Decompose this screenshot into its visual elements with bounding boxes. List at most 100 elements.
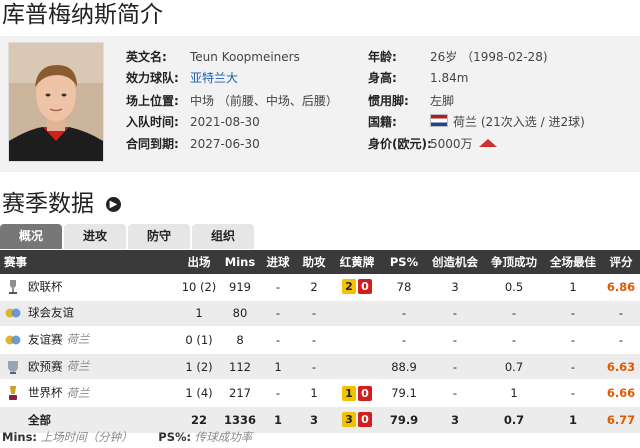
profile-nationality: 国籍: 荷兰 (21次入选 / 进2球) bbox=[368, 114, 585, 129]
cell-chances: 3 bbox=[426, 274, 484, 301]
cell-competition: 世界杯 荷兰 bbox=[0, 379, 178, 407]
cell-cards bbox=[332, 353, 382, 381]
tab-organization[interactable]: 组织 bbox=[192, 224, 254, 249]
competition-name[interactable]: 友谊赛 bbox=[28, 332, 63, 346]
cell-motm: - bbox=[544, 353, 602, 381]
cell-mins: 217 bbox=[220, 379, 260, 407]
cell-rating: 6.77 bbox=[602, 406, 640, 434]
header-rating: 评分 bbox=[602, 250, 640, 274]
cell-mins: 8 bbox=[220, 326, 260, 354]
cell-motm: - bbox=[544, 326, 602, 354]
header-pass-pct: PS% bbox=[382, 250, 426, 274]
cell-assists: - bbox=[296, 353, 332, 381]
cell-competition: 欧预赛 荷兰 bbox=[0, 353, 178, 381]
competition-name[interactable]: 世界杯 bbox=[28, 386, 63, 400]
red-card-count: 0 bbox=[358, 385, 372, 401]
yellow-card-count: 2 bbox=[342, 279, 356, 295]
arrow-right-icon[interactable]: ▶ bbox=[106, 197, 121, 212]
world-cup-icon bbox=[4, 384, 22, 402]
header-aerials: 争顶成功 bbox=[484, 250, 544, 274]
cell-assists: 2 bbox=[296, 274, 332, 301]
cell-apps: 1 (4) bbox=[178, 379, 220, 407]
cell-mins: 80 bbox=[220, 300, 260, 328]
cell-motm: - bbox=[544, 379, 602, 407]
cell-cards: 20 bbox=[332, 274, 382, 301]
cell-assists: - bbox=[296, 300, 332, 328]
cell-aerials: 0.7 bbox=[484, 406, 544, 434]
profile-contract-end: 合同到期: 2027-06-30 bbox=[126, 137, 260, 151]
cell-pass-pct: 79.9 bbox=[382, 406, 426, 434]
tab-overview[interactable]: 概况 bbox=[0, 224, 62, 249]
cell-chances: - bbox=[426, 326, 484, 354]
table-row: 世界杯 荷兰 1 (4) 217-1 1 0 79.1-1-6.66 bbox=[0, 379, 640, 407]
tab-attack[interactable]: 进攻 bbox=[64, 224, 126, 249]
footnote: Mins: 上场时间（分钟） PS%: 传球成功率 bbox=[2, 430, 253, 444]
header-mins: Mins bbox=[220, 250, 260, 274]
cell-aerials: 0.5 bbox=[484, 274, 544, 301]
header-goals: 进球 bbox=[260, 250, 296, 274]
red-card-count: 0 bbox=[358, 279, 372, 295]
competition-name[interactable]: 欧联杯 bbox=[28, 279, 63, 293]
cell-motm: - bbox=[544, 300, 602, 328]
cell-rating: 6.66 bbox=[602, 379, 640, 407]
cell-rating: - bbox=[602, 300, 640, 328]
cell-aerials: 1 bbox=[484, 379, 544, 407]
cell-goals: - bbox=[260, 379, 296, 407]
profile-join-date: 入队时间: 2021-08-30 bbox=[126, 115, 260, 129]
cell-pass-pct: 78 bbox=[382, 274, 426, 301]
profile-preferred-foot: 惯用脚: 左脚 bbox=[368, 94, 455, 108]
header-chances: 创造机会 bbox=[426, 250, 484, 274]
player-profile-panel: 英文名: Teun Koopmeiners 效力球队: 亚特兰大 场上位置: 中场 （… bbox=[0, 36, 640, 172]
cell-pass-pct: - bbox=[382, 300, 426, 328]
profile-height: 身高: 1.84m bbox=[368, 71, 469, 85]
competition-name[interactable]: 球会友谊 bbox=[28, 306, 74, 320]
cell-goals: - bbox=[260, 326, 296, 354]
friendly-icon bbox=[4, 331, 22, 349]
cell-assists: 3 bbox=[296, 406, 332, 434]
team-link[interactable]: 亚特兰大 bbox=[190, 71, 238, 85]
header-cards: 红黄牌 bbox=[332, 250, 382, 274]
cell-rating: 6.63 bbox=[602, 353, 640, 381]
cell-apps: 0 (1) bbox=[178, 326, 220, 354]
cell-apps: 1 bbox=[178, 300, 220, 328]
red-card-count: 0 bbox=[358, 412, 372, 428]
header-apps: 出场 bbox=[178, 250, 220, 274]
stats-section-title: 赛季数据 bbox=[2, 191, 94, 217]
profile-team: 效力球队: 亚特兰大 bbox=[126, 71, 239, 85]
cell-cards: 10 bbox=[332, 379, 382, 407]
cell-competition: 球会友谊 bbox=[0, 300, 178, 328]
profile-position: 场上位置: 中场 （前腰、中场、后腰） bbox=[126, 94, 338, 108]
cell-goals: 1 bbox=[260, 353, 296, 381]
competition-team: 荷兰 bbox=[66, 332, 90, 347]
club-friendly-icon bbox=[4, 304, 22, 322]
cell-assists: 1 bbox=[296, 379, 332, 407]
cell-chances: - bbox=[426, 379, 484, 407]
cell-pass-pct: 79.1 bbox=[382, 379, 426, 407]
euro-qualifiers-icon bbox=[4, 358, 22, 376]
cell-aerials: 0.7 bbox=[484, 353, 544, 381]
cell-goals: - bbox=[260, 274, 296, 301]
europa-league-icon bbox=[4, 278, 22, 296]
profile-age: 年龄: 26岁 （1998-02-28) bbox=[368, 50, 548, 64]
cell-assists: - bbox=[296, 326, 332, 354]
netherlands-flag-icon bbox=[430, 114, 448, 127]
table-row: 球会友谊 1 80- - - - - - - bbox=[0, 300, 640, 328]
cell-apps: 10 (2) bbox=[178, 274, 220, 301]
cell-pass-pct: - bbox=[382, 326, 426, 354]
cell-aerials: - bbox=[484, 326, 544, 354]
cell-rating: - bbox=[602, 326, 640, 354]
cell-pass-pct: 88.9 bbox=[382, 353, 426, 381]
table-row: 友谊赛 荷兰 0 (1) 8- - - - - - - bbox=[0, 326, 640, 354]
cell-motm: 1 bbox=[544, 274, 602, 301]
competition-name[interactable]: 欧预赛 bbox=[28, 359, 63, 373]
cell-aerials: - bbox=[484, 300, 544, 328]
table-row: 欧联杯 10 (2) 919-2 2 0 78 3 0.5 1 6.86 bbox=[0, 274, 640, 301]
cell-mins: 112 bbox=[220, 353, 260, 381]
profile-market-value: 身价(欧元):5000万 bbox=[368, 135, 497, 152]
cell-apps: 1 (2) bbox=[178, 353, 220, 381]
cell-goals: 1 bbox=[260, 406, 296, 434]
cell-chances: - bbox=[426, 300, 484, 328]
cell-mins: 919 bbox=[220, 274, 260, 301]
competition-team: 荷兰 bbox=[66, 359, 90, 374]
tab-defense[interactable]: 防守 bbox=[128, 224, 190, 249]
